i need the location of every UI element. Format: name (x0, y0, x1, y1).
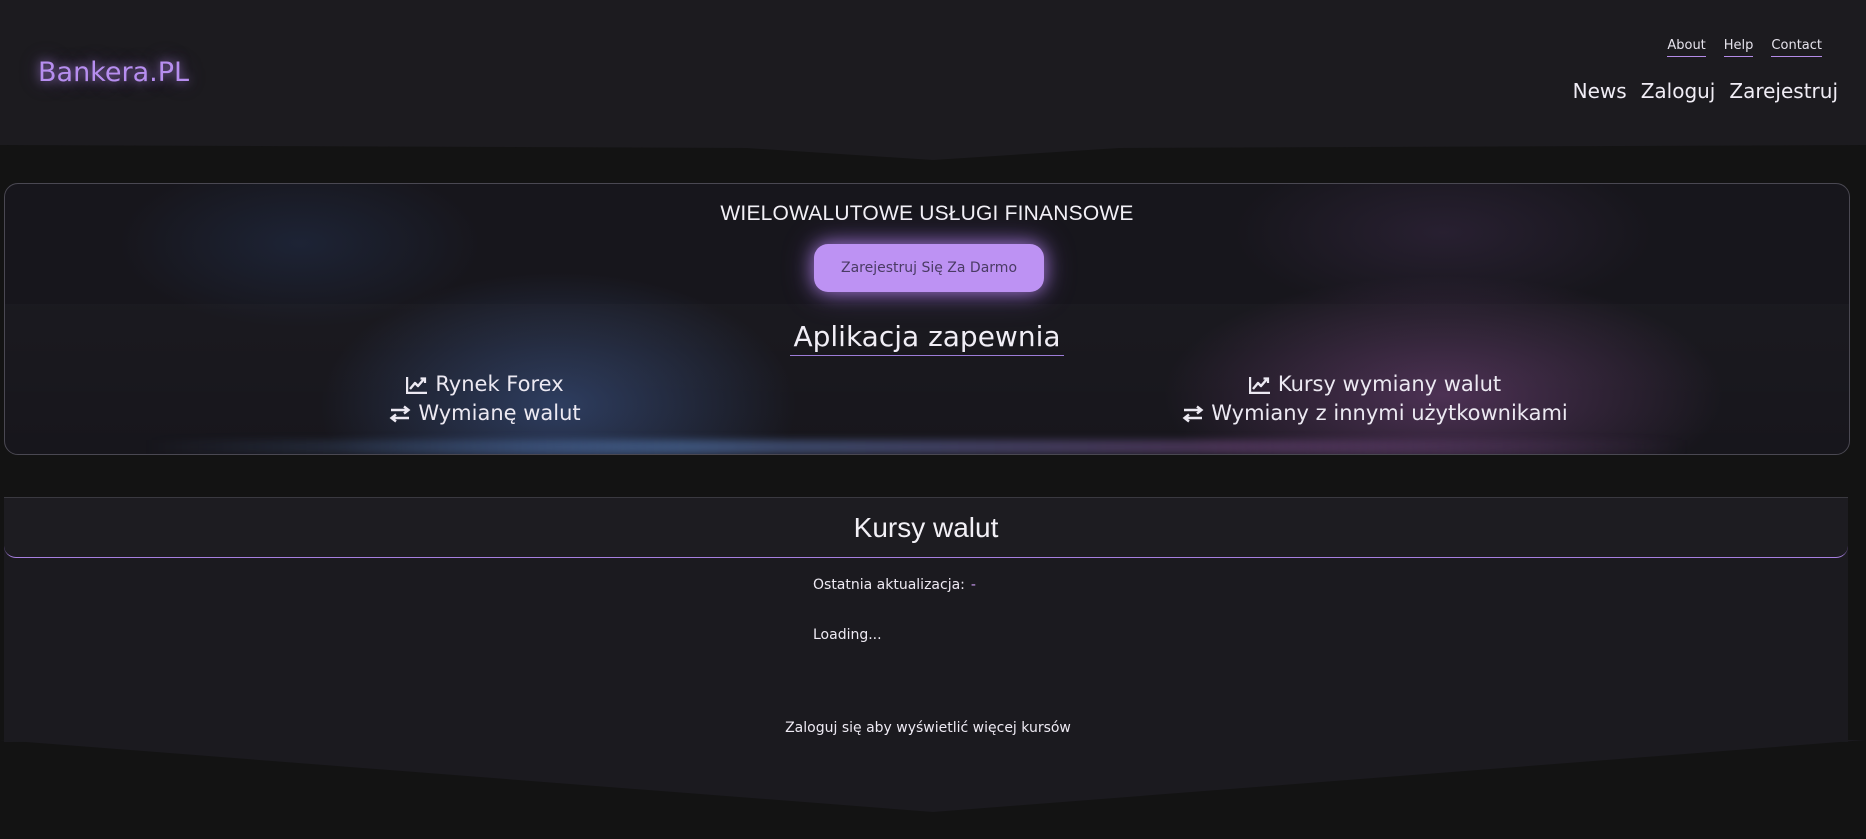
last-update: Ostatnia aktualizacja: - (813, 577, 976, 593)
feature-item-p2p-exchange: Wymiany z innymi użytkownikami (1165, 399, 1585, 428)
contact-link[interactable]: Contact (1771, 38, 1822, 57)
nav-news[interactable]: News (1573, 79, 1627, 103)
feature-label: Wymianę walut (418, 401, 581, 425)
chart-line-icon (406, 376, 428, 394)
exchange-arrows-icon (1182, 405, 1204, 422)
rates-panel-bottom (0, 740, 1866, 812)
chart-line-icon (1248, 376, 1270, 394)
help-link[interactable]: Help (1723, 38, 1754, 57)
features-right: Kursy wymiany walut Wymiany z innymi uży… (1165, 370, 1585, 428)
feature-item-forex: Rynek Forex (335, 370, 635, 399)
features-heading-text: Aplikacja zapewnia (790, 320, 1064, 356)
hero-glow (145, 440, 1689, 454)
last-update-value: - (970, 577, 976, 593)
site-logo[interactable]: Bankera.PL (38, 57, 189, 88)
feature-item-exchange: Wymianę walut (335, 399, 635, 428)
login-note: Zaloguj się aby wyświetlić więcej kursów (785, 720, 1071, 736)
exchange-arrows-icon (389, 405, 411, 422)
nav-login[interactable]: Zaloguj (1641, 79, 1716, 103)
rates-title: Kursy walut (853, 512, 999, 543)
main-nav: News Zaloguj Zarejestruj (1573, 79, 1838, 103)
features-heading: Aplikacja zapewnia (5, 320, 1849, 356)
feature-label: Wymiany z innymi użytkownikami (1211, 401, 1568, 425)
top-links: About Help Contact (1667, 38, 1822, 57)
features-left: Rynek Forex Wymianę walut (335, 370, 635, 428)
nav-register[interactable]: Zarejestruj (1729, 79, 1838, 103)
loading-text: Loading... (813, 627, 882, 643)
register-free-button[interactable]: Zarejestruj Się Za Darmo (814, 244, 1044, 292)
hero-section: WIELOWALUTOWE USŁUGI FINANSOWE Zarejestr… (4, 183, 1850, 455)
feature-label: Rynek Forex (435, 372, 564, 396)
rates-header: Kursy walut (4, 497, 1848, 558)
last-update-label: Ostatnia aktualizacja: (813, 577, 965, 593)
hero-title: WIELOWALUTOWE USŁUGI FINANSOWE (720, 202, 1134, 225)
feature-item-rates: Kursy wymiany walut (1165, 370, 1585, 399)
feature-label: Kursy wymiany walut (1277, 372, 1502, 396)
about-link[interactable]: About (1667, 38, 1706, 57)
